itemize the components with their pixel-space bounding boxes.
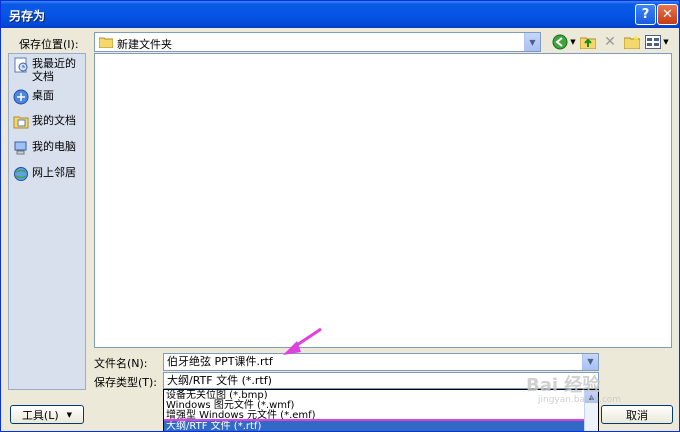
chevron-down-icon[interactable]: ▼ [524,33,540,51]
views-menu-icon[interactable] [645,32,661,52]
network-places-icon [13,166,29,185]
filetype-label: 保存类型(T): [94,376,158,389]
filetype-option-selected[interactable]: 大纲/RTF 文件 (*.rtf) [164,419,586,431]
filename-input[interactable]: 伯牙绝弦 PPT课件.rtf ▼ [163,353,599,371]
dialog-title: 另存为 [9,9,46,23]
help-icon: ? [641,7,650,22]
place-network-places[interactable]: 网上邻居 [13,166,76,185]
close-icon: ✕ [662,7,673,22]
cancel-button[interactable]: 取消 [601,405,673,424]
place-desktop[interactable]: 桌面 [13,89,54,108]
back-icon[interactable] [552,32,568,52]
filetype-dropdown-list[interactable]: 设备无关位图 (*.bmp) Windows 图元文件 (*.wmf) 增强型 … [163,389,599,431]
delete-icon[interactable]: ✕ [602,32,618,52]
place-my-documents[interactable]: 我的文档 [13,114,76,133]
annotation-arrow-icon [283,327,322,355]
save-in-value: 新建文件夹 [117,38,172,51]
place-label: 网上邻居 [32,166,76,179]
file-list[interactable] [94,53,672,348]
close-button[interactable]: ✕ [657,4,678,25]
filetype-combo[interactable]: 大纲/RTF 文件 (*.rtf) [163,372,599,389]
places-bar: 我最近的文档 桌面 我的文档 我的电脑 网上邻居 [8,53,86,390]
folder-icon [98,36,114,51]
tools-button[interactable]: 工具(L) ▼ [10,405,84,424]
new-folder-icon[interactable] [624,32,640,52]
place-label: 我最近的文档 [32,57,76,83]
place-label: 桌面 [32,89,54,102]
place-my-computer[interactable]: 我的电脑 [13,140,76,159]
place-label: 我的电脑 [32,140,76,153]
filetype-value: 大纲/RTF 文件 (*.rtf) [167,374,272,387]
filename-label: 文件名(N): [94,357,148,370]
scroll-up-icon[interactable]: ▲ [585,390,598,403]
save-as-dialog: 另存为 ? ✕ 保存位置(I): 新建文件夹 ▼ ▼ ✕ ▼ 我最近的文档 桌面… [0,0,680,432]
cancel-button-label: 取消 [626,408,648,422]
recent-documents-icon [13,57,29,76]
save-in-combo[interactable]: 新建文件夹 ▼ [94,32,541,52]
title-bar[interactable]: 另存为 ? ✕ [1,1,679,28]
chevron-down-icon[interactable]: ▼ [582,354,598,370]
up-folder-icon[interactable] [580,32,596,52]
my-computer-icon [13,140,29,159]
back-dropdown-icon[interactable]: ▼ [569,32,577,52]
place-label: 我的文档 [32,114,76,127]
desktop-icon [13,89,29,108]
chevron-down-icon: ▼ [66,410,73,419]
views-dropdown-icon[interactable]: ▼ [662,32,670,52]
tools-button-label: 工具(L) [21,408,59,422]
my-documents-icon [13,114,29,133]
save-in-label: 保存位置(I): [19,38,79,51]
help-button[interactable]: ? [635,4,656,25]
filename-value: 伯牙绝弦 PPT课件.rtf [167,355,273,368]
place-recent-documents[interactable]: 我最近的文档 [13,57,86,83]
dropdown-scrollbar[interactable]: ▲ [584,390,598,431]
